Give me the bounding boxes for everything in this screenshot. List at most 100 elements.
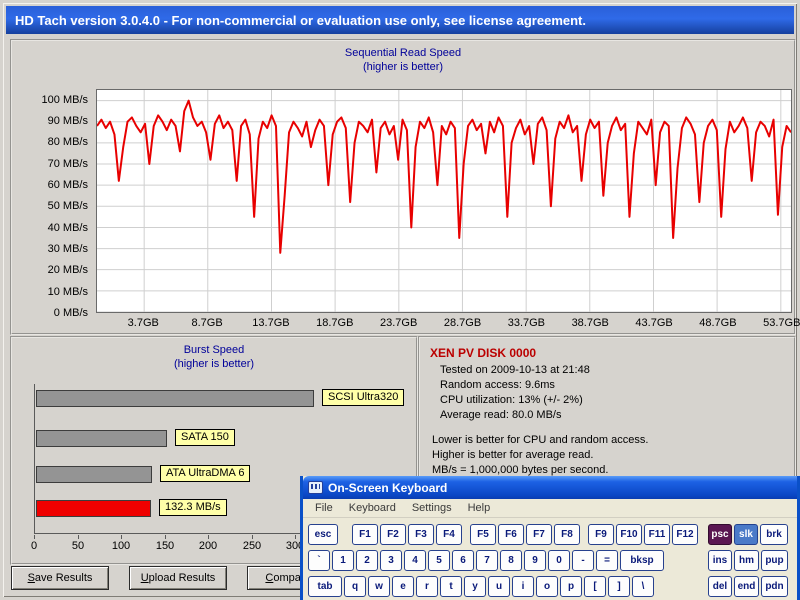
osk-keys: esc F1F2F3F4 F5F6F7F8 F9F10F11F12 pscslkbrk `… [303, 518, 797, 597]
osk-key-u[interactable]: u [488, 576, 510, 597]
osk-key-4[interactable]: 4 [404, 550, 426, 571]
osk-key-ins[interactable]: ins [708, 550, 732, 571]
osk-key-row: `1234567890-=bksp inshmpup [308, 550, 792, 571]
osk-key-r[interactable]: r [416, 576, 438, 597]
seq-y-tick-label: 30 MB/s [48, 243, 88, 255]
osk-key-hm[interactable]: hm [734, 550, 759, 571]
osk-menu-keyboard[interactable]: Keyboard [341, 502, 404, 514]
burst-axis-tick [34, 535, 35, 539]
osk-key-f7[interactable]: F7 [526, 524, 552, 545]
osk-key-f1[interactable]: F1 [352, 524, 378, 545]
osk-key-6[interactable]: 6 [452, 550, 474, 571]
seq-chart-subtitle: (higher is better) [12, 61, 794, 73]
osk-key-w[interactable]: w [368, 576, 390, 597]
osk-key-spacer [340, 524, 350, 545]
osk-key-0[interactable]: 0 [548, 550, 570, 571]
sequential-read-panel: Sequential Read Speed (higher is better)… [10, 39, 796, 335]
osk-key-2[interactable]: 2 [356, 550, 378, 571]
osk-key-sym[interactable]: ] [608, 576, 630, 597]
osk-key-y[interactable]: y [464, 576, 486, 597]
burst-axis-tick-label: 250 [243, 540, 261, 552]
osk-key-f3[interactable]: F3 [408, 524, 434, 545]
keyboard-icon [308, 481, 323, 494]
burst-axis-tick [121, 535, 122, 539]
osk-key-sym[interactable]: - [572, 550, 594, 571]
osk-key-psc[interactable]: psc [708, 524, 732, 545]
seq-x-tick-label: 48.7GB [699, 317, 736, 329]
seq-y-axis-labels: 100 MB/s90 MB/s80 MB/s70 MB/s60 MB/s50 M… [12, 89, 92, 313]
osk-key-sym[interactable]: = [596, 550, 618, 571]
seq-x-tick-label: 53.7GB [763, 317, 800, 329]
osk-key-e[interactable]: e [392, 576, 414, 597]
seq-y-tick-label: 0 MB/s [54, 307, 88, 319]
button-label: Upload Results [130, 567, 226, 589]
osk-key-q[interactable]: q [344, 576, 366, 597]
osk-key-t[interactable]: t [440, 576, 462, 597]
osk-key-f8[interactable]: F8 [554, 524, 580, 545]
osk-title: On-Screen Keyboard [328, 481, 447, 495]
seq-x-tick-label: 3.7GB [128, 317, 159, 329]
osk-key-7[interactable]: 7 [476, 550, 498, 571]
osk-key-p[interactable]: p [560, 576, 582, 597]
upload-results-button[interactable]: Upload Results [129, 566, 227, 590]
osk-key-f5[interactable]: F5 [470, 524, 496, 545]
burst-axis-tick-label: 50 [72, 540, 84, 552]
app-titlebar[interactable]: HD Tach version 3.0.4.0 - For non-commer… [6, 6, 794, 34]
drive-detail-line: Average read: 80.0 MB/s [430, 408, 784, 423]
osk-key-8[interactable]: 8 [500, 550, 522, 571]
osk-key-f10[interactable]: F10 [616, 524, 642, 545]
osk-key-slk[interactable]: slk [734, 524, 758, 545]
osk-key-f11[interactable]: F11 [644, 524, 670, 545]
osk-key-f6[interactable]: F6 [498, 524, 524, 545]
burst-axis-tick-label: 100 [112, 540, 130, 552]
burst-axis-tick [295, 535, 296, 539]
osk-key-f9[interactable]: F9 [588, 524, 614, 545]
osk-key-bksp[interactable]: bksp [620, 550, 664, 571]
osk-key-1[interactable]: 1 [332, 550, 354, 571]
seq-y-tick-label: 50 MB/s [48, 200, 88, 212]
note-line: Higher is better for average read. [430, 448, 784, 463]
burst-chart-title: Burst Speed [12, 344, 416, 356]
osk-menubar: FileKeyboardSettingsHelp [303, 499, 797, 518]
osk-key-esc[interactable]: esc [308, 524, 338, 545]
burst-axis-tick [78, 535, 79, 539]
osk-menu-file[interactable]: File [307, 502, 341, 514]
osk-key-pup[interactable]: pup [761, 550, 788, 571]
osk-key-9[interactable]: 9 [524, 550, 546, 571]
osk-key-5[interactable]: 5 [428, 550, 450, 571]
osk-key-f2[interactable]: F2 [380, 524, 406, 545]
osk-key-backslash[interactable]: \ [632, 576, 654, 597]
seq-x-tick-label: 18.7GB [316, 317, 353, 329]
osk-key-tab[interactable]: tab [308, 576, 342, 597]
osk-titlebar[interactable]: On-Screen Keyboard [303, 476, 797, 499]
osk-key-end[interactable]: end [734, 576, 759, 597]
osk-menu-settings[interactable]: Settings [404, 502, 460, 514]
drive-name: XEN PV DISK 0000 [430, 346, 784, 360]
burst-bar-label: SATA 150 [175, 429, 235, 446]
osk-key-f12[interactable]: F12 [672, 524, 698, 545]
seq-x-tick-label: 13.7GB [252, 317, 289, 329]
osk-key-spacer [656, 576, 706, 597]
osk-key-spacer [666, 550, 706, 571]
osk-menu-help[interactable]: Help [460, 502, 499, 514]
seq-x-tick-label: 38.7GB [572, 317, 609, 329]
osk-key-i[interactable]: i [512, 576, 534, 597]
osk-window: On-Screen Keyboard FileKeyboardSettingsH… [300, 476, 800, 600]
osk-key-o[interactable]: o [536, 576, 558, 597]
osk-key-sym[interactable]: ` [308, 550, 330, 571]
drive-detail-line: CPU utilization: 13% (+/- 2%) [430, 393, 784, 408]
seq-x-tick-label: 28.7GB [444, 317, 481, 329]
burst-bar [36, 466, 152, 483]
burst-bar [36, 430, 167, 447]
seq-y-tick-label: 60 MB/s [48, 179, 88, 191]
burst-axis-tick [252, 535, 253, 539]
osk-key-del[interactable]: del [708, 576, 732, 597]
osk-key-sym[interactable]: [ [584, 576, 606, 597]
burst-chart-subtitle: (higher is better) [12, 358, 416, 370]
save-results-button[interactable]: Save Results [11, 566, 109, 590]
osk-key-f4[interactable]: F4 [436, 524, 462, 545]
osk-key-3[interactable]: 3 [380, 550, 402, 571]
seq-x-tick-label: 33.7GB [508, 317, 545, 329]
osk-key-pdn[interactable]: pdn [761, 576, 788, 597]
osk-key-brk[interactable]: brk [760, 524, 788, 545]
